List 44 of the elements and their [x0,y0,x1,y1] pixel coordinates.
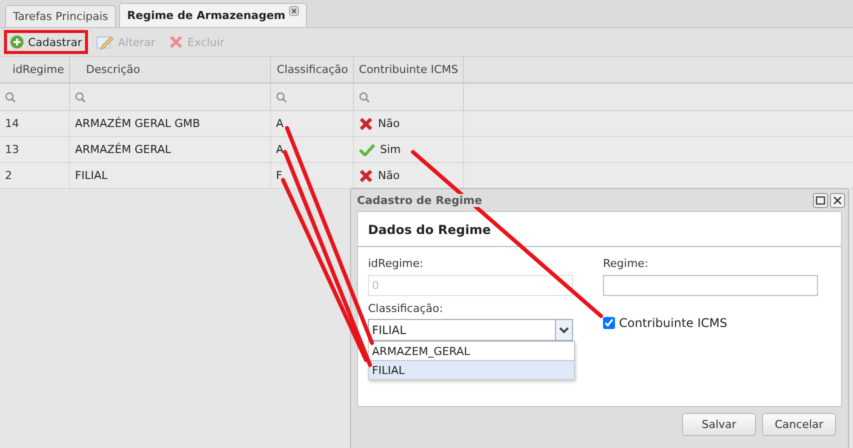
maximize-icon[interactable] [813,192,828,208]
search-icon [276,92,287,102]
table-cell: ARMAZÉM GERAL GMB [70,111,271,136]
dropdown-field[interactable]: FILIAL [368,319,573,341]
tab[interactable]: Tarefas Principais [5,5,116,27]
column-header[interactable]: Descrição [70,57,271,82]
table-cell: FILIAL [70,163,271,188]
tab[interactable]: Regime de Armazenagem [119,3,308,27]
table-cell: Sim [380,143,401,156]
dropdown-option[interactable]: ARMAZEM_GERAL [369,342,574,360]
column-header[interactable]: Contribuinte ICMS [354,57,464,82]
checkbox-label: Contribuinte ICMS [619,316,728,330]
dropdown-option[interactable]: FILIAL [369,360,574,379]
edit-icon [96,34,114,50]
column-header[interactable]: Classificação [271,57,354,82]
table-cell: ARMAZÉM GERAL [70,137,271,162]
tab-label: Regime de Armazenagem [127,9,286,22]
field-label: idRegime: [368,257,424,270]
table-cell: Não [378,169,400,182]
table-cell: Não [378,117,400,130]
search-icon [75,92,86,102]
search-icon [359,92,370,102]
checkbox[interactable] [603,317,615,329]
dialog-title: Cadastro de Regime [357,194,482,206]
search-icon [5,92,16,102]
table-cell: 13 [0,137,70,162]
plus-icon [10,35,24,49]
delete-icon [169,35,184,49]
toolbar-button[interactable]: Cadastrar [4,30,88,54]
table-cell: A [271,137,354,162]
dialog-button[interactable]: Cancelar [762,413,836,436]
chevron-down-icon [559,326,569,334]
input-field[interactable] [603,275,818,296]
dialog-button[interactable]: Salvar [682,413,756,436]
column-header[interactable]: idRegime [0,57,70,82]
close-icon[interactable] [830,192,845,208]
section-title: Dados do Regime [358,212,841,247]
table-cell: 2 [0,163,70,188]
table-cell: A [271,111,354,136]
close-icon[interactable] [289,6,300,16]
table-cell: 14 [0,111,70,136]
field-label: Regime: [603,257,650,270]
field-label: Classificação: [368,302,444,315]
tab-label: Tarefas Principais [13,10,108,23]
